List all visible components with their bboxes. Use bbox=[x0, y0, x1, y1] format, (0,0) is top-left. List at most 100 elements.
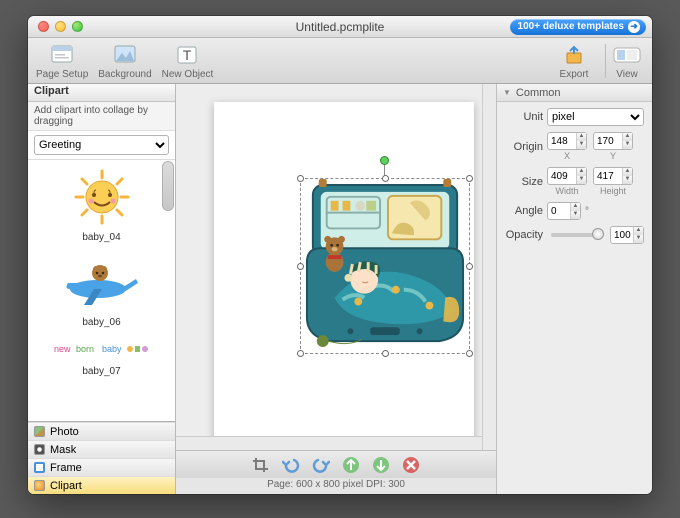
stepper-icon[interactable]: ▲▼ bbox=[622, 168, 632, 184]
resize-handle-n[interactable] bbox=[382, 175, 389, 182]
toolbar-separator bbox=[605, 44, 606, 78]
stepper-icon[interactable]: ▲▼ bbox=[576, 133, 586, 149]
stepper-icon[interactable]: ▲▼ bbox=[633, 227, 643, 243]
height-label: Height bbox=[600, 186, 626, 196]
y-label: Y bbox=[610, 151, 616, 161]
x-label: X bbox=[564, 151, 570, 161]
sidebar-header: Clipart bbox=[28, 84, 175, 102]
clipart-item[interactable]: baby_04 bbox=[28, 160, 175, 245]
clipart-item[interactable]: new born baby baby_07 bbox=[28, 330, 175, 379]
background-icon bbox=[110, 42, 140, 68]
bring-forward-icon[interactable] bbox=[340, 455, 362, 475]
stepper-icon[interactable]: ▲▼ bbox=[576, 168, 586, 184]
redo-icon[interactable] bbox=[310, 455, 332, 475]
opacity-slider[interactable] bbox=[551, 233, 602, 237]
delete-icon[interactable] bbox=[400, 455, 422, 475]
tab-label: Photo bbox=[50, 426, 79, 438]
main-toolbar: Page Setup Background T New Object Expor… bbox=[28, 38, 652, 84]
svg-text:baby: baby bbox=[102, 344, 122, 354]
slider-knob[interactable] bbox=[592, 228, 604, 240]
resize-handle-sw[interactable] bbox=[297, 350, 304, 357]
view-button[interactable]: View bbox=[612, 42, 642, 80]
minimize-icon[interactable] bbox=[55, 21, 66, 32]
zoom-icon[interactable] bbox=[72, 21, 83, 32]
app-window: Untitled.pcmplite 100+ deluxe templates … bbox=[28, 16, 652, 494]
svg-text:new: new bbox=[54, 344, 71, 354]
sidebar-hint: Add clipart into collage by dragging bbox=[28, 102, 175, 131]
send-backward-icon[interactable] bbox=[370, 455, 392, 475]
origin-label: Origin bbox=[505, 141, 543, 153]
canvas-toolbar bbox=[176, 450, 496, 478]
clipart-item[interactable]: baby_06 bbox=[28, 245, 175, 330]
clipart-item-label: baby_06 bbox=[28, 317, 175, 328]
status-bar: Page: 600 x 800 pixel DPI: 300 bbox=[176, 478, 496, 494]
width-label: Width bbox=[555, 186, 578, 196]
stepper-icon[interactable]: ▲▼ bbox=[570, 203, 580, 219]
tab-clipart[interactable]: Clipart bbox=[28, 476, 175, 494]
clipart-item-label: baby_04 bbox=[28, 232, 175, 243]
background-label: Background bbox=[98, 69, 151, 80]
resize-handle-w[interactable] bbox=[297, 263, 304, 270]
deluxe-templates-button[interactable]: 100+ deluxe templates ➜ bbox=[510, 19, 646, 35]
resize-handle-e[interactable] bbox=[466, 263, 473, 270]
inspector-form: Unit pixel Origin ▲▼ X ▲▼ Y bbox=[497, 102, 652, 244]
inspector-section-label: Common bbox=[516, 87, 561, 99]
deluxe-templates-label: 100+ deluxe templates bbox=[518, 21, 624, 32]
close-icon[interactable] bbox=[38, 21, 49, 32]
clipart-category-select[interactable]: Greeting bbox=[34, 135, 169, 155]
stepper-icon[interactable]: ▲▼ bbox=[622, 133, 632, 149]
sidebar-scrollbar[interactable] bbox=[162, 161, 174, 211]
document-page[interactable] bbox=[214, 102, 474, 450]
resize-handle-s[interactable] bbox=[382, 350, 389, 357]
page-setup-button[interactable]: Page Setup bbox=[36, 42, 88, 80]
canvas-hscrollbar[interactable] bbox=[176, 436, 482, 450]
clipart-icon bbox=[34, 480, 45, 491]
canvas-viewport[interactable] bbox=[176, 84, 496, 450]
mask-icon bbox=[34, 444, 45, 455]
new-object-label: New Object bbox=[162, 69, 214, 80]
background-button[interactable]: Background bbox=[98, 42, 151, 80]
frame-icon bbox=[34, 462, 45, 473]
selected-clipart[interactable] bbox=[301, 179, 469, 353]
category-dropdown[interactable]: Greeting bbox=[34, 135, 169, 155]
size-label: Size bbox=[505, 176, 543, 188]
tab-label: Frame bbox=[50, 462, 82, 474]
tab-frame[interactable]: Frame bbox=[28, 458, 175, 476]
rotate-handle[interactable] bbox=[380, 156, 389, 165]
crop-tool-icon[interactable] bbox=[250, 455, 272, 475]
new-object-icon: T bbox=[172, 42, 202, 68]
tab-label: Clipart bbox=[50, 480, 82, 492]
undo-icon[interactable] bbox=[280, 455, 302, 475]
sun-icon bbox=[52, 166, 152, 228]
new-object-button[interactable]: T New Object bbox=[162, 42, 214, 80]
inspector-panel: Common Unit pixel Origin ▲▼ X ▲▼ bbox=[496, 84, 652, 494]
window-controls bbox=[28, 21, 83, 32]
app-body: Clipart Add clipart into collage by drag… bbox=[28, 84, 652, 494]
opacity-label: Opacity bbox=[505, 229, 543, 241]
unit-select[interactable]: pixel bbox=[547, 108, 644, 126]
export-button[interactable]: Export bbox=[559, 42, 589, 80]
left-sidebar: Clipart Add clipart into collage by drag… bbox=[28, 84, 176, 494]
degree-label: ° bbox=[585, 206, 589, 217]
resize-handle-ne[interactable] bbox=[466, 175, 473, 182]
resize-handle-se[interactable] bbox=[466, 350, 473, 357]
resize-handle-nw[interactable] bbox=[297, 175, 304, 182]
inspector-section-header[interactable]: Common bbox=[497, 84, 652, 102]
tab-photo[interactable]: Photo bbox=[28, 422, 175, 440]
angle-label: Angle bbox=[505, 205, 543, 217]
tab-label: Mask bbox=[50, 444, 76, 456]
sidebar-tabs: Photo Mask Frame Clipart bbox=[28, 421, 175, 494]
view-icon bbox=[612, 42, 642, 68]
clipart-item-label: baby_07 bbox=[28, 366, 175, 377]
selection-box[interactable] bbox=[300, 178, 470, 354]
arrow-right-icon: ➜ bbox=[628, 21, 640, 33]
view-label: View bbox=[616, 69, 638, 80]
unit-label: Unit bbox=[505, 111, 543, 123]
export-icon bbox=[559, 42, 589, 68]
tab-mask[interactable]: Mask bbox=[28, 440, 175, 458]
clipart-list[interactable]: baby_04 bbox=[28, 159, 175, 421]
page-setup-label: Page Setup bbox=[36, 69, 88, 80]
svg-text:born: born bbox=[76, 344, 94, 354]
canvas-vscrollbar[interactable] bbox=[482, 84, 496, 450]
titlebar: Untitled.pcmplite 100+ deluxe templates … bbox=[28, 16, 652, 38]
